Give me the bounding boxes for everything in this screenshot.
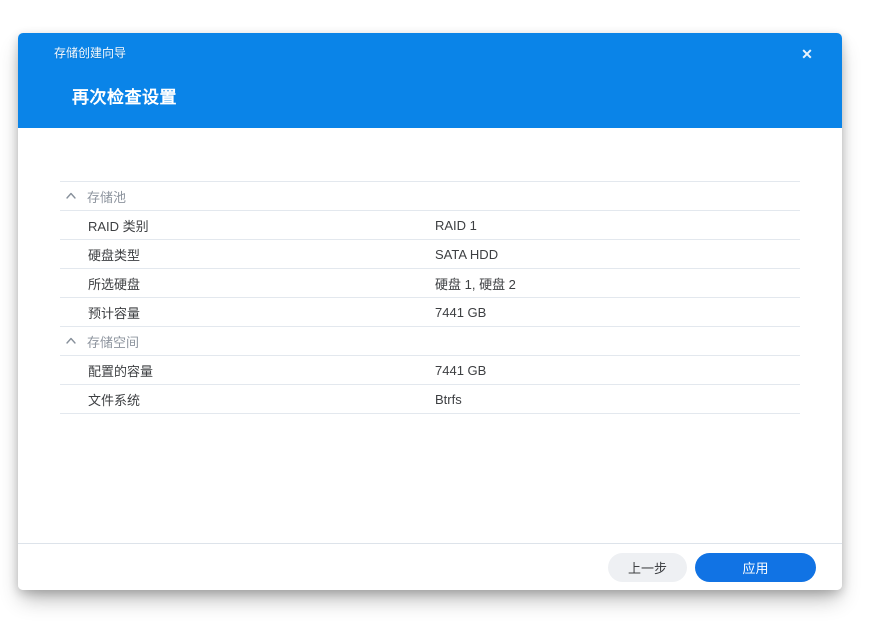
summary-table: 存储池RAID 类别RAID 1硬盘类型SATA HDD所选硬盘硬盘 1, 硬盘… bbox=[60, 181, 800, 414]
row-label: 所选硬盘 bbox=[88, 274, 435, 293]
close-button[interactable]: ✕ bbox=[794, 41, 820, 67]
table-row: 预计容量7441 GB bbox=[60, 298, 800, 327]
row-value: SATA HDD bbox=[435, 247, 800, 262]
page-background: 存储创建向导 ✕ 再次检查设置 存储池RAID 类别RAID 1硬盘类型SATA… bbox=[0, 0, 884, 628]
page-title: 再次检查设置 bbox=[72, 83, 177, 108]
dialog-title: 存储创建向导 bbox=[54, 44, 126, 61]
table-row: 所选硬盘硬盘 1, 硬盘 2 bbox=[60, 269, 800, 298]
section-label: 存储空间 bbox=[87, 332, 139, 351]
section-header[interactable]: 存储空间 bbox=[60, 327, 800, 356]
row-label: 配置的容量 bbox=[88, 361, 435, 380]
close-icon: ✕ bbox=[801, 46, 813, 62]
row-value: 硬盘 1, 硬盘 2 bbox=[435, 274, 800, 293]
row-label: 预计容量 bbox=[88, 303, 435, 322]
row-value: 7441 GB bbox=[435, 305, 800, 320]
row-label: 硬盘类型 bbox=[88, 245, 435, 264]
table-row: RAID 类别RAID 1 bbox=[60, 211, 800, 240]
dialog-header: 存储创建向导 ✕ 再次检查设置 bbox=[18, 33, 842, 128]
chevron-up-icon bbox=[64, 334, 78, 348]
back-button[interactable]: 上一步 bbox=[608, 553, 687, 582]
apply-button[interactable]: 应用 bbox=[695, 553, 816, 582]
dialog-footer: 上一步 应用 bbox=[18, 543, 842, 590]
table-row: 文件系统Btrfs bbox=[60, 385, 800, 414]
row-value: 7441 GB bbox=[435, 363, 800, 378]
table-row: 配置的容量7441 GB bbox=[60, 356, 800, 385]
row-value: RAID 1 bbox=[435, 218, 800, 233]
chevron-up-icon bbox=[64, 189, 78, 203]
section-header[interactable]: 存储池 bbox=[60, 182, 800, 211]
row-value: Btrfs bbox=[435, 392, 800, 407]
settings-summary: 存储池RAID 类别RAID 1硬盘类型SATA HDD所选硬盘硬盘 1, 硬盘… bbox=[60, 181, 800, 414]
row-label: RAID 类别 bbox=[88, 216, 435, 235]
table-row: 硬盘类型SATA HDD bbox=[60, 240, 800, 269]
row-label: 文件系统 bbox=[88, 390, 435, 409]
storage-creation-wizard-dialog: 存储创建向导 ✕ 再次检查设置 存储池RAID 类别RAID 1硬盘类型SATA… bbox=[18, 33, 842, 590]
section-label: 存储池 bbox=[87, 187, 126, 206]
